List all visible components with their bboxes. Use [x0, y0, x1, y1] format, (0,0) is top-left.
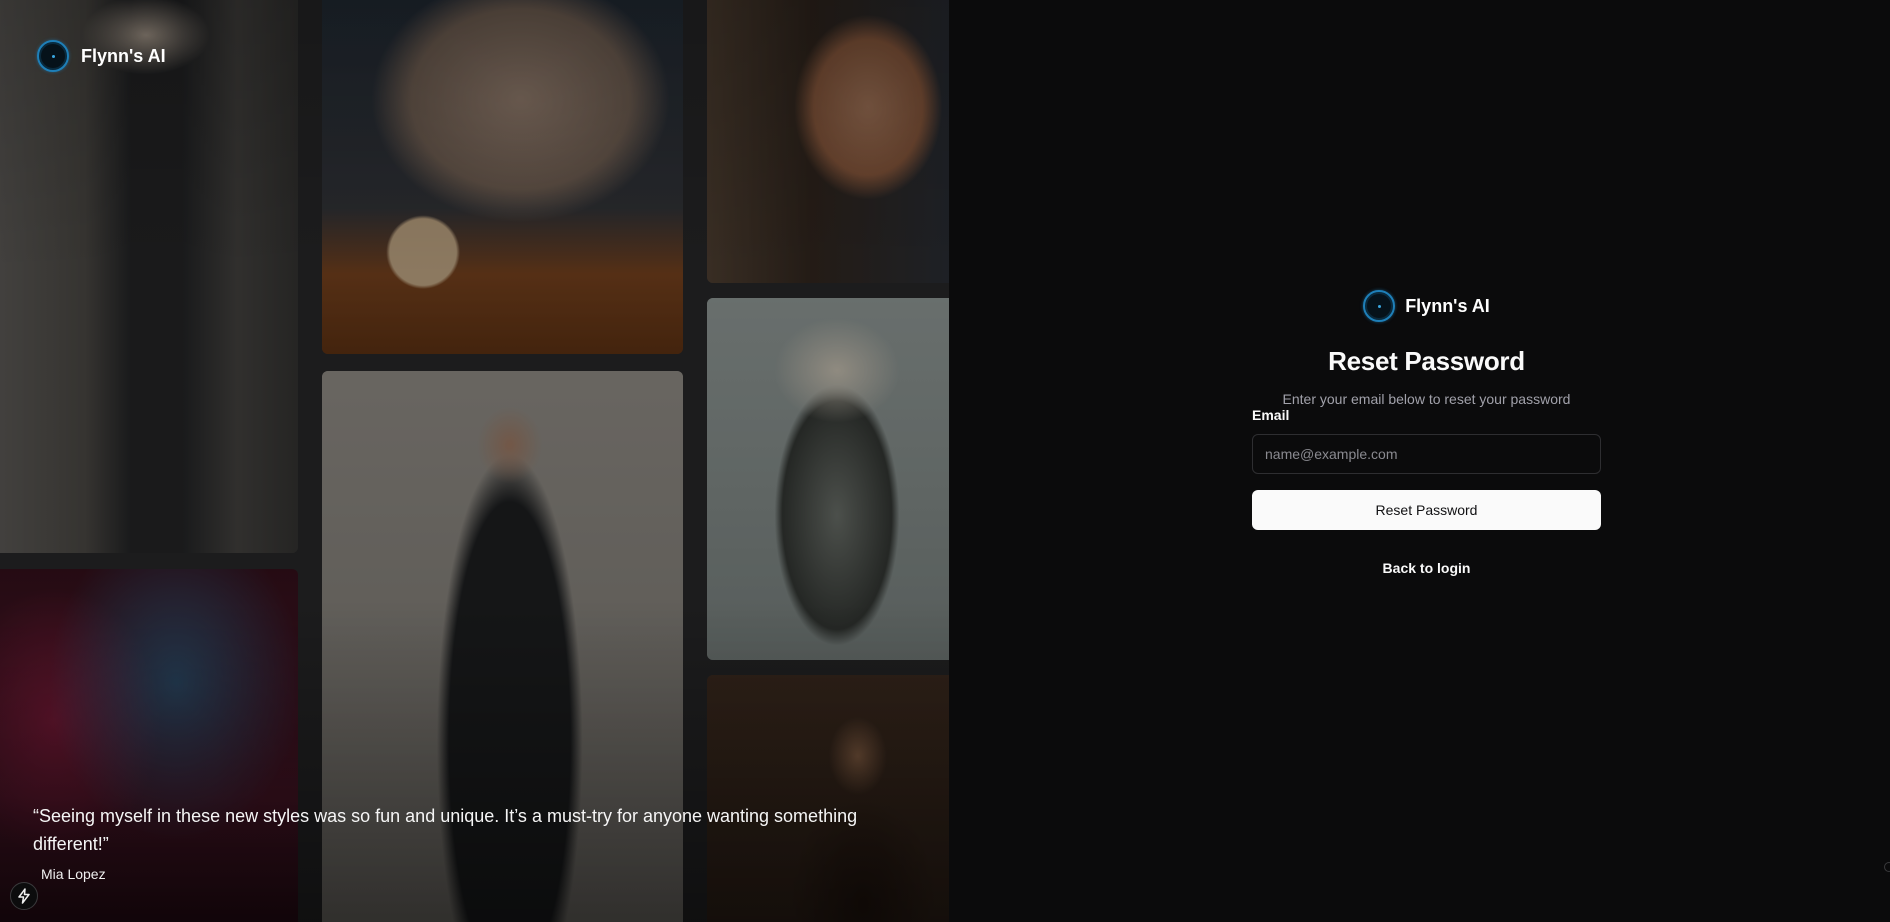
gallery-overlay	[0, 0, 949, 922]
email-label: Email	[1252, 407, 1290, 423]
page-title: Reset Password	[1328, 346, 1525, 376]
reset-password-form: Flynn's AI Reset Password Enter your ema…	[1252, 290, 1601, 576]
ring-logo-icon	[1363, 290, 1396, 322]
form-panel: Flynn's AI Reset Password Enter your ema…	[949, 0, 1890, 922]
lightning-bolt-icon	[18, 888, 30, 904]
edge-indicator	[1884, 862, 1890, 872]
lightning-bolt-button[interactable]	[10, 882, 38, 910]
ring-logo-icon	[37, 40, 69, 72]
brand-name: Flynn's AI	[81, 45, 166, 66]
brand-header[interactable]: Flynn's AI	[37, 40, 166, 72]
reset-password-page: Flynn's AI “Seeing myself in these new s…	[0, 0, 1890, 922]
reset-password-button[interactable]: Reset Password	[1252, 490, 1601, 530]
gallery-panel: Flynn's AI “Seeing myself in these new s…	[0, 0, 949, 922]
form-brand-name: Flynn's AI	[1405, 295, 1490, 316]
form-brand: Flynn's AI	[1252, 290, 1601, 322]
testimonial: “Seeing myself in these new styles was s…	[33, 802, 913, 882]
testimonial-quote: “Seeing myself in these new styles was s…	[33, 806, 858, 854]
page-subtitle: Enter your email below to reset your pas…	[1282, 391, 1571, 407]
back-to-login-link[interactable]: Back to login	[1252, 560, 1601, 576]
email-field[interactable]	[1252, 434, 1601, 474]
testimonial-author: Mia Lopez	[41, 866, 106, 882]
